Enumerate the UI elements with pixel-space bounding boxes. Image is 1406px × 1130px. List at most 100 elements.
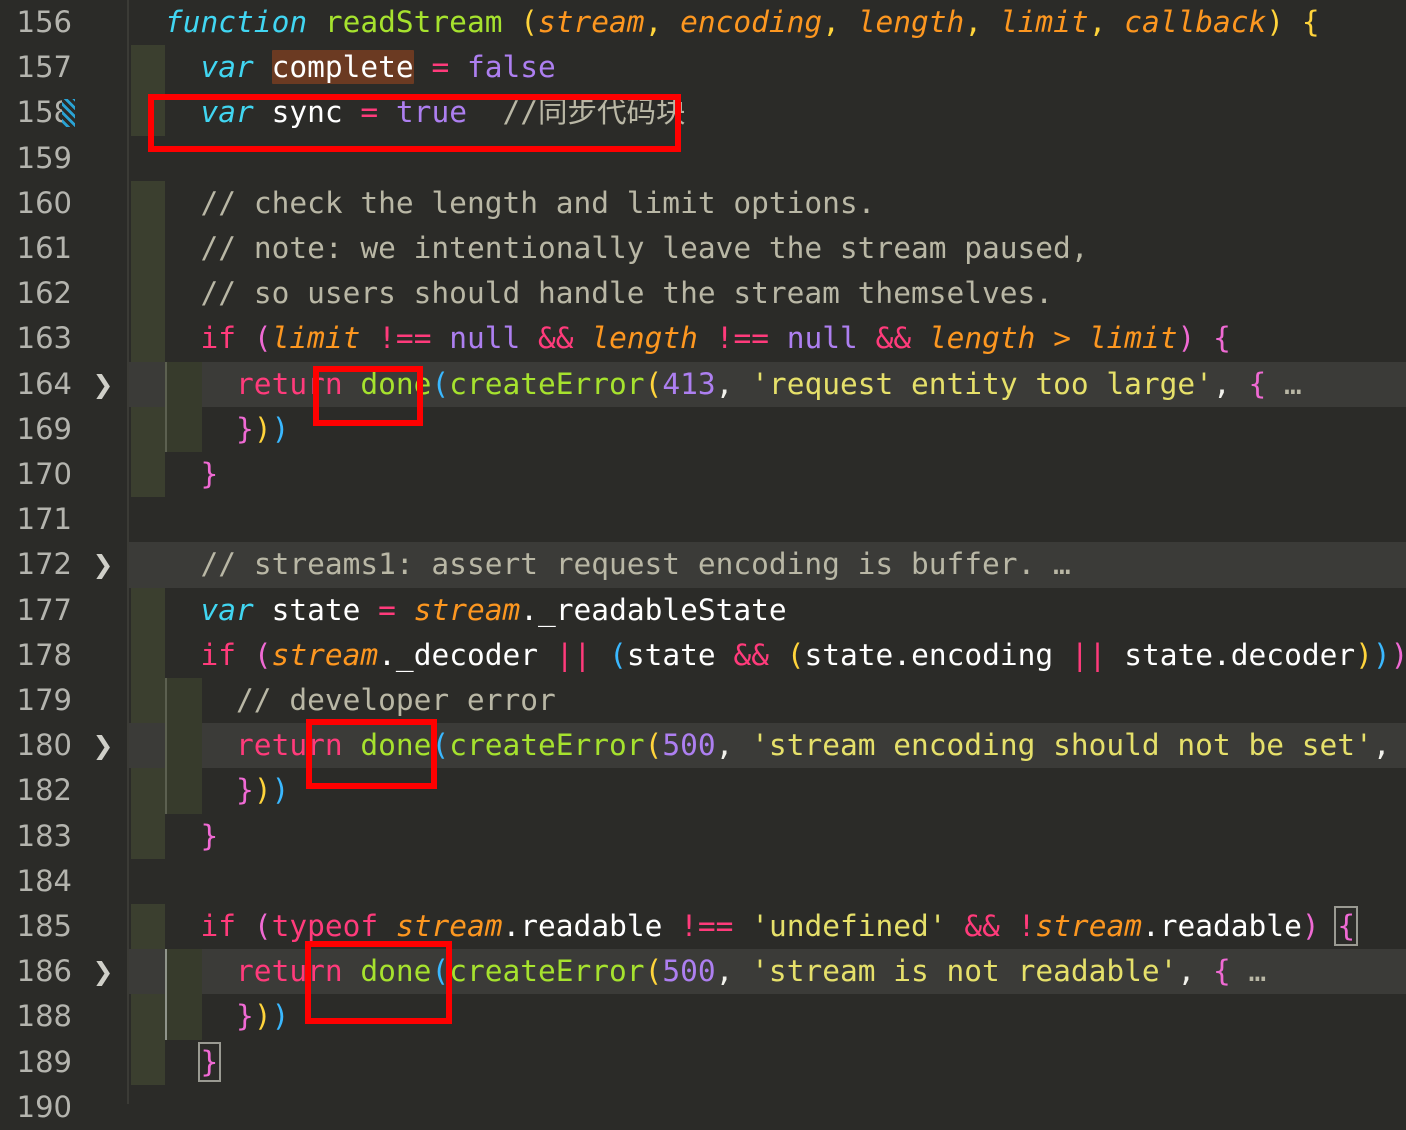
code-line[interactable]: } [129, 814, 1406, 859]
code-token: { [1248, 366, 1267, 401]
code-line[interactable]: // so users should handle the stream the… [129, 271, 1406, 316]
code-line[interactable]: if (limit !== null && length !== null &&… [129, 316, 1406, 361]
code-token: ) [271, 999, 290, 1034]
gutter-row[interactable]: 177 [0, 588, 128, 633]
code-line[interactable]: var state = stream._readableState [129, 588, 1406, 633]
code-token: stream [413, 592, 521, 627]
gutter-row[interactable]: 179 [0, 678, 128, 723]
gutter-row[interactable]: 184 [0, 859, 128, 904]
gutter-row[interactable]: 158 [0, 90, 128, 135]
gutter-row[interactable]: 161 [0, 226, 128, 271]
gutter-row[interactable]: 189 [0, 1040, 128, 1085]
code-line[interactable] [129, 497, 1406, 542]
code-token: length [928, 321, 1036, 356]
code-line[interactable]: // streams1: assert request encoding is … [129, 542, 1406, 587]
code-token: if [200, 637, 237, 672]
code-line[interactable]: })) [129, 994, 1406, 1039]
code-line[interactable]: })) [129, 768, 1406, 813]
line-number: 157 [16, 50, 72, 85]
gutter-row[interactable]: 172 ❯ [0, 542, 128, 587]
gutter-row[interactable]: 186 ❯ [0, 949, 128, 994]
code-line[interactable]: } [129, 1040, 1406, 1085]
code-token: ) [1391, 638, 1406, 672]
gutter-row[interactable]: 159 [0, 136, 128, 181]
code-line[interactable]: // note: we intentionally leave the stre… [129, 226, 1406, 271]
code-editor[interactable]: 156 157 158 159 160 161 162 163 164 ❯ 169 170 171 172… [0, 0, 1406, 1124]
code-line[interactable]: if (stream._decoder || (state && (state.… [129, 633, 1406, 678]
code-content[interactable]: function readStream (stream, encoding, l… [129, 0, 1406, 1104]
code-line[interactable] [129, 1085, 1406, 1104]
gutter-row[interactable]: 178 [0, 633, 128, 678]
editor-gutter[interactable]: 156 157 158 159 160 161 162 163 164 ❯ 169 170 171 172… [0, 0, 128, 1124]
code-line[interactable]: var complete = false [129, 45, 1406, 90]
code-token: ) [1372, 637, 1391, 672]
code-token: , [1372, 728, 1406, 763]
code-token: done [360, 366, 432, 401]
code-line[interactable] [129, 136, 1406, 181]
code-token: , [822, 5, 858, 39]
line-number: 159 [16, 140, 72, 175]
code-line[interactable]: function readStream (stream, encoding, l… [129, 0, 1406, 45]
code-token: ._decoder [378, 637, 539, 672]
gutter-row[interactable]: 188 [0, 994, 128, 1039]
gutter-row[interactable]: 182 [0, 768, 128, 813]
gutter-row[interactable]: 157 [0, 45, 128, 90]
git-modified-marker[interactable] [62, 99, 75, 128]
code-line[interactable]: // check the length and limit options. [129, 181, 1406, 226]
code-line[interactable]: return done(createError(413, 'request en… [129, 362, 1406, 407]
code-line-text: // check the length and limit options. [129, 181, 876, 226]
code-line-text: if (limit !== null && length !== null &&… [129, 316, 1231, 361]
code-token: !== [715, 321, 769, 356]
chevron-right-icon[interactable]: ❯ [88, 542, 118, 587]
code-line[interactable]: return done(createError(500, 'stream is … [129, 949, 1406, 994]
code-token: if [200, 321, 237, 356]
code-token: && [538, 321, 574, 356]
gutter-row[interactable]: 183 [0, 814, 128, 859]
gutter-row[interactable]: 190 [0, 1085, 128, 1130]
code-line[interactable]: // developer error [129, 678, 1406, 723]
code-token: .readable [502, 909, 663, 943]
code-line-text: })) [129, 994, 289, 1039]
gutter-row[interactable]: 169 [0, 407, 128, 452]
gutter-row[interactable]: 185 [0, 904, 128, 949]
gutter-row[interactable]: 170 [0, 452, 128, 497]
code-line[interactable]: } [129, 452, 1406, 497]
chevron-right-icon[interactable]: ❯ [88, 723, 118, 768]
code-token: || [555, 637, 592, 672]
code-token: limit [999, 5, 1089, 39]
code-line[interactable]: var sync = true //同步代码块 [129, 90, 1406, 135]
code-token: stream [538, 5, 645, 39]
code-line[interactable]: if (typeof stream.readable !== 'undefine… [129, 904, 1406, 949]
code-token: null [449, 321, 521, 356]
gutter-row[interactable]: 163 [0, 316, 128, 361]
gutter-row[interactable]: 171 [0, 497, 128, 542]
gutter-row[interactable]: 160 [0, 181, 128, 226]
code-token: .readable [1141, 909, 1302, 943]
line-number: 186 [16, 954, 72, 989]
code-token: ( [431, 954, 450, 989]
code-token: 'undefined' [751, 909, 947, 943]
chevron-right-icon[interactable]: ❯ [88, 949, 118, 994]
chevron-right-icon[interactable]: ❯ [88, 362, 118, 407]
gutter-row[interactable]: 164 ❯ [0, 362, 128, 407]
code-line[interactable]: return done(createError(500, 'stream enc… [129, 723, 1406, 768]
gutter-row[interactable]: 180 ❯ [0, 723, 128, 768]
code-token: // so users should handle the stream the… [200, 276, 1054, 311]
code-line[interactable] [129, 859, 1406, 904]
code-line-text: if (stream._decoder || (state && (state.… [129, 633, 1406, 678]
code-line[interactable]: })) [129, 407, 1406, 452]
gutter-row[interactable]: 162 [0, 271, 128, 316]
gutter-row[interactable]: 156 [0, 0, 128, 45]
code-token: callback [1124, 5, 1267, 39]
code-token: … [1230, 954, 1267, 989]
